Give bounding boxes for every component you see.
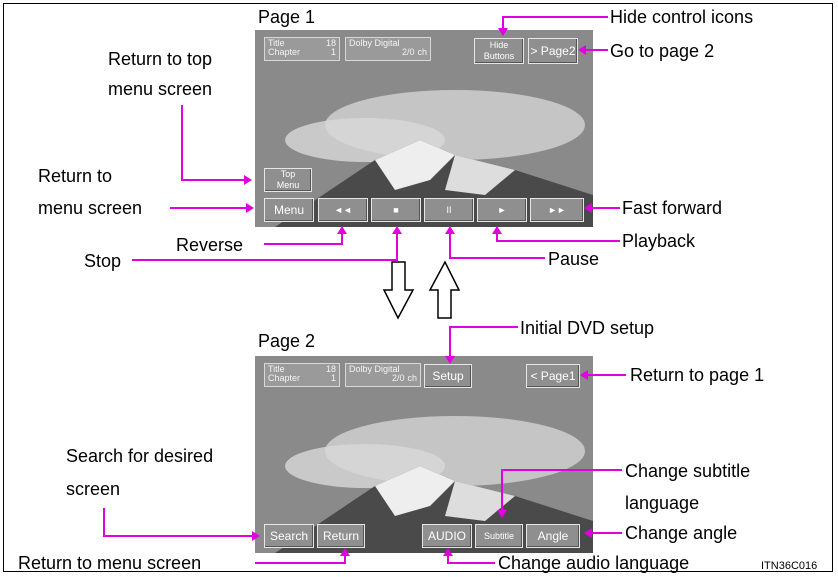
callout-pause: Pause <box>548 249 600 269</box>
callout-change-subtitle-line1: Change subtitle <box>625 461 751 481</box>
callout-search-line2: screen <box>66 479 121 499</box>
callout-return-menu-line2: menu screen <box>38 198 143 218</box>
callout-hide-icons: Hide control icons <box>610 7 754 27</box>
callout-fast-forward: Fast forward <box>622 198 723 218</box>
up-arrow-icon <box>428 260 461 319</box>
callout-return-menu-line1: Return to <box>38 166 113 186</box>
callout-reverse: Reverse <box>176 235 244 255</box>
callout-stop: Stop <box>84 251 122 271</box>
callout-return-menu-bottom: Return to menu screen <box>18 553 202 573</box>
figure-code: ITN36C016 <box>761 560 818 572</box>
callout-change-angle: Change angle <box>625 523 738 543</box>
callout-return-page1: Return to page 1 <box>630 365 765 385</box>
callout-change-audio: Change audio language <box>498 553 690 573</box>
callout-dvd-setup: Initial DVD setup <box>520 318 655 338</box>
down-arrow-icon <box>382 261 415 320</box>
callout-return-top-menu-line1: Return to top <box>108 49 213 69</box>
callout-goto-page2: Go to page 2 <box>610 41 715 61</box>
page-toggle-arrows <box>382 260 461 320</box>
callout-return-top-menu-line2: menu screen <box>108 79 213 99</box>
callout-change-subtitle-line2: language <box>625 493 700 513</box>
callout-playback: Playback <box>622 231 696 251</box>
callout-search-line1: Search for desired <box>66 446 214 466</box>
